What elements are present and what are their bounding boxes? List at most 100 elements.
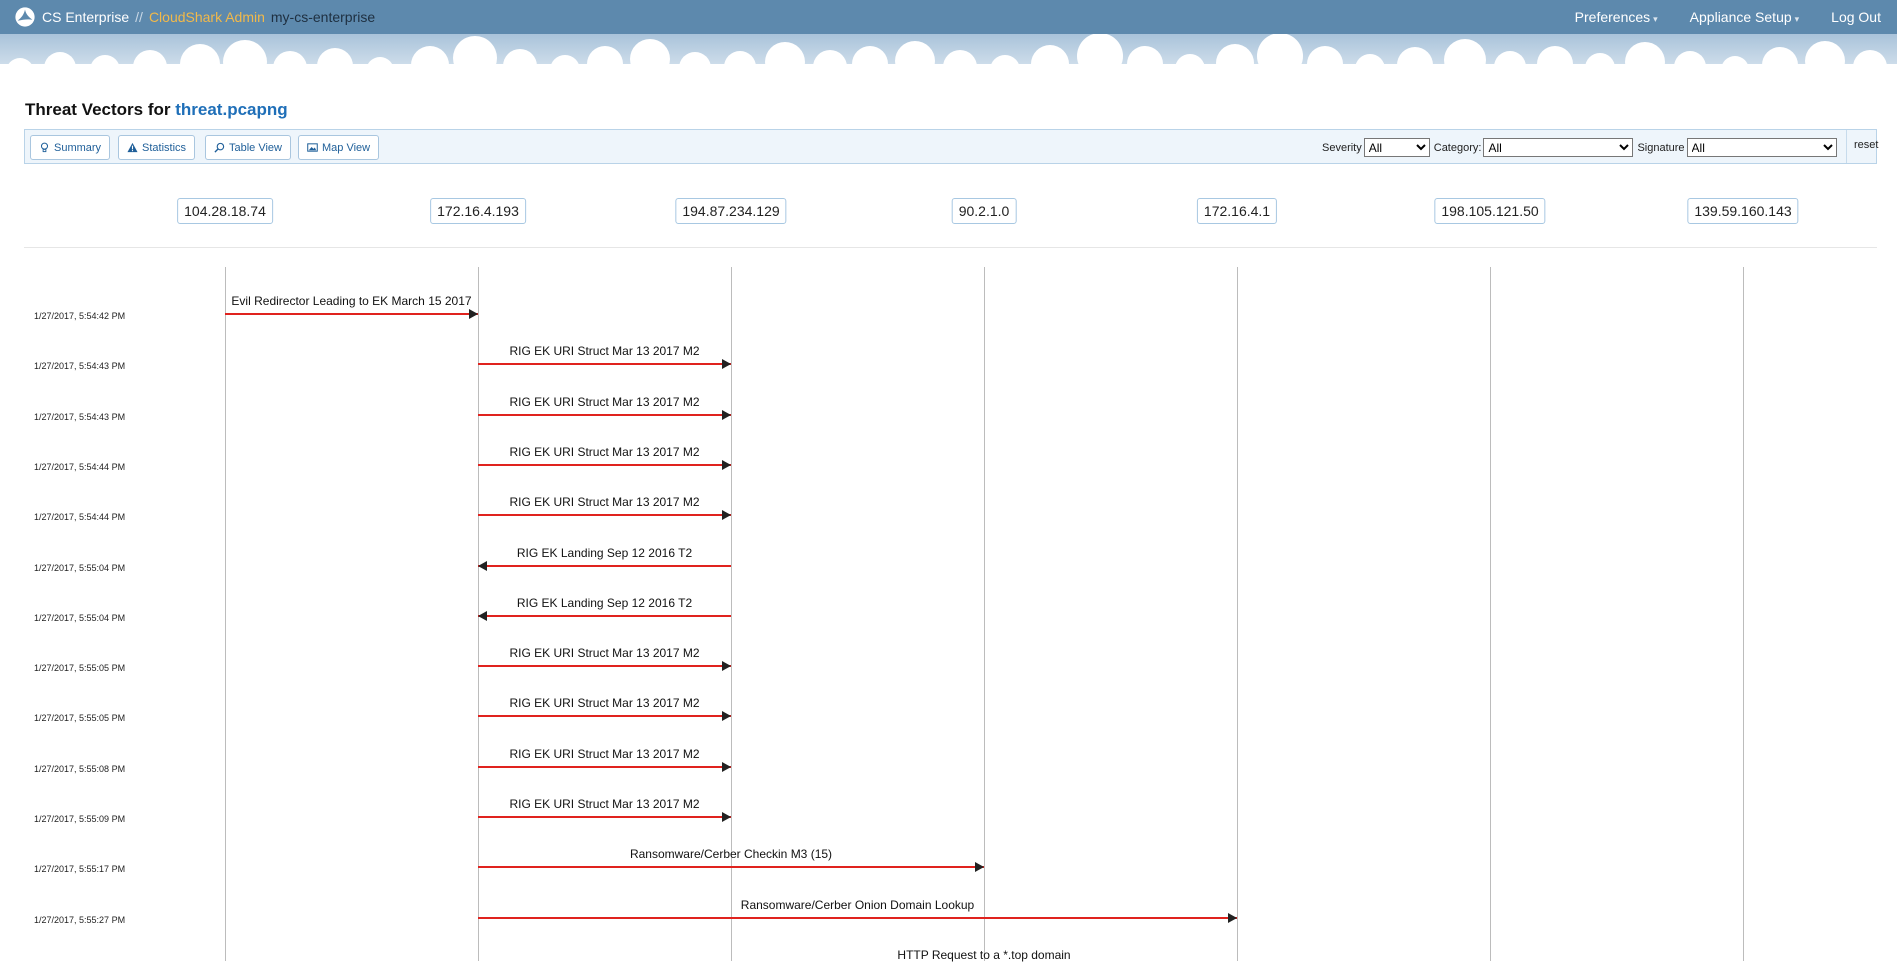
arrow-right-icon — [722, 762, 731, 772]
event-arrow-line[interactable] — [478, 464, 731, 466]
event-arrow-line[interactable] — [478, 866, 984, 868]
event-signature-label[interactable]: Evil Redirector Leading to EK March 15 2… — [231, 294, 471, 308]
navbar-menu: Preferences ▾ Appliance Setup ▾ Log Out — [1559, 0, 1897, 34]
event-arrow-line[interactable] — [478, 414, 731, 416]
host-box[interactable]: 198.105.121.50 — [1434, 198, 1546, 224]
arrow-right-icon — [722, 812, 731, 822]
event-timestamp: 1/27/2017, 5:55:09 PM — [34, 814, 126, 824]
event-timestamp: 1/27/2017, 5:55:05 PM — [34, 713, 126, 723]
page-title-prefix: Threat Vectors for — [25, 100, 171, 119]
arrow-left-icon — [478, 561, 487, 571]
statistics-label: Statistics — [142, 141, 187, 154]
event-timestamp: 1/27/2017, 5:54:43 PM — [34, 412, 126, 422]
category-select[interactable]: All — [1483, 138, 1634, 157]
map-view-label: Map View — [322, 141, 371, 154]
event-signature-label[interactable]: Ransomware/Cerber Onion Domain Lookup — [741, 898, 974, 912]
event-arrow-line[interactable] — [478, 565, 731, 567]
host-box[interactable]: 90.2.1.0 — [951, 198, 1017, 224]
brand: CS Enterprise // CloudShark Admin my-cs-… — [14, 0, 375, 34]
event-signature-label[interactable]: RIG EK Landing Sep 12 2016 T2 — [517, 596, 692, 610]
cloudshark-admin-link[interactable]: CloudShark Admin — [149, 9, 265, 25]
event-timestamp: 1/27/2017, 5:54:42 PM — [34, 311, 126, 321]
brand-separator: // — [135, 9, 143, 25]
preferences-label: Preferences — [1574, 9, 1651, 25]
table-view-button[interactable]: Table View — [205, 135, 291, 160]
logout-link[interactable]: Log Out — [1815, 9, 1897, 25]
event-timestamp: 1/27/2017, 5:54:43 PM — [34, 361, 126, 371]
lifeline — [1743, 267, 1744, 961]
chevron-down-icon: ▾ — [1794, 14, 1800, 24]
lifeline — [1490, 267, 1491, 961]
appliance-setup-menu[interactable]: Appliance Setup ▾ — [1674, 9, 1816, 25]
event-timestamp: 1/27/2017, 5:55:17 PM — [34, 864, 126, 874]
event-arrow-line[interactable] — [478, 715, 731, 717]
capture-file-link[interactable]: threat.pcapng — [175, 100, 287, 119]
event-timestamp: 1/27/2017, 5:54:44 PM — [34, 462, 126, 472]
event-timestamp: 1/27/2017, 5:55:05 PM — [34, 663, 126, 673]
host-box[interactable]: 172.16.4.1 — [1196, 198, 1278, 224]
arrow-right-icon — [722, 661, 731, 671]
event-signature-label[interactable]: HTTP Request to a *.top domain — [897, 948, 1070, 962]
event-signature-label[interactable]: RIG EK URI Struct Mar 13 2017 M2 — [509, 696, 699, 710]
arrow-left-icon — [478, 611, 487, 621]
event-arrow-line[interactable] — [478, 766, 731, 768]
warning-icon — [127, 142, 138, 153]
event-signature-label[interactable]: RIG EK URI Struct Mar 13 2017 M2 — [509, 646, 699, 660]
cloudshark-logo-icon[interactable] — [14, 6, 36, 28]
event-arrow-line[interactable] — [478, 665, 731, 667]
host-box[interactable]: 104.28.18.74 — [177, 198, 273, 224]
severity-label: Severity — [1322, 141, 1362, 154]
event-signature-label[interactable]: RIG EK URI Struct Mar 13 2017 M2 — [509, 747, 699, 761]
event-arrow-line[interactable] — [225, 313, 478, 315]
event-signature-label[interactable]: RIG EK Landing Sep 12 2016 T2 — [517, 546, 692, 560]
arrow-right-icon — [722, 359, 731, 369]
event-timestamp: 1/27/2017, 5:55:27 PM — [34, 915, 126, 925]
event-signature-label[interactable]: RIG EK URI Struct Mar 13 2017 M2 — [509, 797, 699, 811]
event-arrow-line[interactable] — [478, 816, 731, 818]
event-arrow-line[interactable] — [478, 917, 1237, 919]
threat-toolbar: Summary Statistics Table View Map View S… — [24, 129, 1878, 164]
arrow-right-icon — [1228, 913, 1237, 923]
lifeline — [1237, 267, 1238, 961]
lifeline — [984, 267, 985, 961]
reset-divider — [1846, 130, 1847, 163]
event-timestamp: 1/27/2017, 5:55:04 PM — [34, 613, 126, 623]
host-box[interactable]: 194.87.234.129 — [675, 198, 787, 224]
arrow-right-icon — [722, 460, 731, 470]
preferences-menu[interactable]: Preferences ▾ — [1559, 9, 1674, 25]
reset-button[interactable]: reset — [1854, 139, 1878, 151]
event-signature-label[interactable]: RIG EK URI Struct Mar 13 2017 M2 — [509, 445, 699, 459]
category-label: Category: — [1433, 141, 1482, 154]
lightbulb-icon — [40, 142, 49, 153]
instance-name: my-cs-enterprise — [270, 9, 376, 25]
table-view-label: Table View — [229, 141, 282, 154]
event-signature-label[interactable]: Ransomware/Cerber Checkin M3 (15) — [630, 847, 832, 861]
arrow-right-icon — [722, 510, 731, 520]
clouds-banner — [0, 34, 1897, 88]
event-timestamp: 1/27/2017, 5:54:44 PM — [34, 512, 126, 522]
statistics-button[interactable]: Statistics — [118, 135, 196, 160]
signature-select[interactable]: All — [1686, 138, 1837, 157]
host-box[interactable]: 172.16.4.193 — [430, 198, 526, 224]
header-divider — [24, 247, 1877, 248]
page-title: Threat Vectors for threat.pcapng — [25, 100, 288, 120]
event-timestamp: 1/27/2017, 5:55:08 PM — [34, 764, 126, 774]
severity-select[interactable]: All — [1363, 138, 1430, 157]
event-signature-label[interactable]: RIG EK URI Struct Mar 13 2017 M2 — [509, 344, 699, 358]
event-arrow-line[interactable] — [478, 363, 731, 365]
filter-bar: Severity All Category: All Signature All — [1322, 135, 1841, 160]
arrow-right-icon — [722, 410, 731, 420]
arrow-right-icon — [469, 309, 478, 319]
appliance-setup-label: Appliance Setup — [1689, 9, 1792, 25]
event-signature-label[interactable]: RIG EK URI Struct Mar 13 2017 M2 — [509, 395, 699, 409]
event-arrow-line[interactable] — [478, 615, 731, 617]
map-view-button[interactable]: Map View — [298, 135, 380, 160]
product-name[interactable]: CS Enterprise — [42, 9, 129, 25]
search-icon — [214, 142, 225, 153]
summary-button[interactable]: Summary — [30, 135, 111, 160]
event-arrow-line[interactable] — [478, 514, 731, 516]
host-box[interactable]: 139.59.160.143 — [1687, 198, 1799, 224]
event-timestamp: 1/27/2017, 5:55:04 PM — [34, 563, 126, 573]
event-signature-label[interactable]: RIG EK URI Struct Mar 13 2017 M2 — [509, 495, 699, 509]
image-icon — [307, 143, 318, 152]
